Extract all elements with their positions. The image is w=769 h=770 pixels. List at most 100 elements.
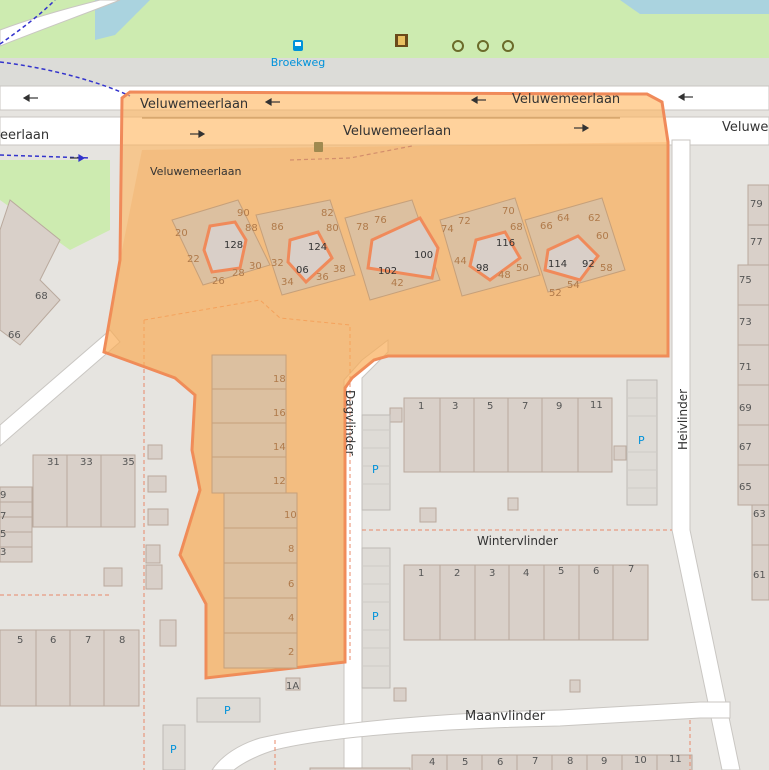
- svg-text:1A: 1A: [286, 681, 299, 692]
- svg-text:22: 22: [187, 254, 200, 265]
- svg-text:7: 7: [532, 756, 538, 767]
- svg-text:5: 5: [462, 757, 468, 768]
- street-label-veluwemeerlaan: Veluwemeerlaan: [140, 97, 248, 112]
- svg-text:3: 3: [489, 568, 495, 579]
- svg-text:26: 26: [212, 276, 225, 287]
- svg-text:6: 6: [50, 635, 56, 646]
- svg-text:5: 5: [487, 401, 493, 412]
- svg-text:6: 6: [288, 579, 294, 590]
- bus-stop-icon[interactable]: [293, 40, 303, 51]
- svg-text:65: 65: [739, 482, 752, 493]
- svg-text:128: 128: [224, 240, 243, 251]
- svg-text:7: 7: [0, 511, 6, 522]
- svg-text:78: 78: [356, 222, 369, 233]
- svg-text:98: 98: [476, 263, 489, 274]
- svg-text:124: 124: [308, 242, 327, 253]
- svg-text:68: 68: [510, 222, 523, 233]
- svg-text:9: 9: [0, 490, 6, 501]
- svg-text:52: 52: [549, 288, 562, 299]
- svg-text:88: 88: [245, 223, 258, 234]
- street-label-veluwemeerlaan: Veluwemeerlaan: [343, 124, 451, 139]
- svg-text:6: 6: [497, 757, 503, 768]
- svg-text:42: 42: [391, 278, 404, 289]
- svg-text:36: 36: [316, 272, 329, 283]
- svg-text:100: 100: [414, 250, 433, 261]
- svg-text:8: 8: [119, 635, 125, 646]
- svg-text:2: 2: [288, 647, 294, 658]
- street-label-wintervlinder: Wintervlinder: [477, 534, 558, 548]
- svg-text:32: 32: [271, 258, 284, 269]
- svg-text:9: 9: [556, 401, 562, 412]
- svg-text:86: 86: [271, 222, 284, 233]
- svg-text:5: 5: [17, 635, 23, 646]
- svg-text:61: 61: [753, 570, 766, 581]
- svg-text:38: 38: [333, 264, 346, 275]
- svg-text:10: 10: [284, 510, 297, 521]
- svg-text:79: 79: [750, 199, 763, 210]
- svg-text:28: 28: [232, 268, 245, 279]
- svg-text:70: 70: [502, 206, 515, 217]
- svg-text:1: 1: [418, 401, 424, 412]
- svg-text:33: 33: [80, 457, 93, 468]
- street-label-veluwemeerlaan: Veluwe: [722, 120, 768, 135]
- street-label-maanvlinder: Maanvlinder: [465, 709, 546, 724]
- svg-text:30: 30: [249, 261, 262, 272]
- svg-text:102: 102: [378, 266, 397, 277]
- svg-text:2: 2: [454, 568, 460, 579]
- svg-text:54: 54: [567, 280, 580, 291]
- street-label-veluwemeerlaan: Veluwemeerlaan: [512, 92, 620, 107]
- svg-text:3: 3: [0, 547, 6, 558]
- svg-text:48: 48: [498, 270, 511, 281]
- svg-text:66: 66: [8, 330, 21, 341]
- svg-text:92: 92: [582, 259, 595, 270]
- svg-text:82: 82: [321, 208, 334, 219]
- svg-text:67: 67: [739, 442, 752, 453]
- svg-text:72: 72: [458, 216, 471, 227]
- svg-text:66: 66: [540, 221, 553, 232]
- svg-text:7: 7: [522, 401, 528, 412]
- svg-text:73: 73: [739, 317, 752, 328]
- svg-text:74: 74: [441, 224, 454, 235]
- map-canvas[interactable]: Broekweg Veluwemeerlaan Veluwemeerlaan V…: [0, 0, 769, 770]
- parking-label: P: [638, 434, 645, 447]
- svg-text:68: 68: [35, 291, 48, 302]
- svg-text:76: 76: [374, 215, 387, 226]
- svg-text:116: 116: [496, 238, 515, 249]
- parking-label: P: [372, 610, 379, 623]
- svg-text:16: 16: [273, 408, 286, 419]
- svg-text:3: 3: [452, 401, 458, 412]
- svg-text:60: 60: [596, 231, 609, 242]
- svg-text:58: 58: [600, 263, 613, 274]
- parking-label: P: [170, 743, 177, 756]
- svg-text:12: 12: [273, 476, 286, 487]
- svg-text:06: 06: [296, 265, 309, 276]
- svg-text:5: 5: [0, 529, 6, 540]
- bus-stop-icon[interactable]: [314, 142, 323, 152]
- parking-label: P: [372, 463, 379, 476]
- svg-text:31: 31: [47, 457, 60, 468]
- svg-text:90: 90: [237, 208, 250, 219]
- water-area-2: [620, 0, 769, 14]
- svg-text:63: 63: [753, 509, 766, 520]
- svg-text:6: 6: [593, 566, 599, 577]
- svg-text:64: 64: [557, 213, 570, 224]
- building-row-north: [403, 397, 613, 473]
- svg-text:11: 11: [669, 754, 682, 765]
- svg-text:11: 11: [590, 400, 603, 411]
- svg-text:44: 44: [454, 256, 467, 267]
- street-label-veluwemeerlaan: eerlaan: [0, 128, 49, 143]
- svg-text:62: 62: [588, 213, 601, 224]
- svg-text:5: 5: [558, 566, 564, 577]
- svg-text:75: 75: [739, 275, 752, 286]
- svg-text:35: 35: [122, 457, 135, 468]
- svg-text:7: 7: [628, 564, 634, 575]
- svg-text:77: 77: [750, 237, 763, 248]
- svg-text:7: 7: [85, 635, 91, 646]
- svg-text:20: 20: [175, 228, 188, 239]
- street-label-heivlinder: Heivlinder: [676, 389, 690, 450]
- bus-stop-label: Broekweg: [271, 56, 325, 69]
- bicycle-sign-icon[interactable]: [395, 34, 408, 47]
- svg-text:34: 34: [281, 277, 294, 288]
- svg-text:1: 1: [418, 568, 424, 579]
- svg-text:14: 14: [273, 442, 286, 453]
